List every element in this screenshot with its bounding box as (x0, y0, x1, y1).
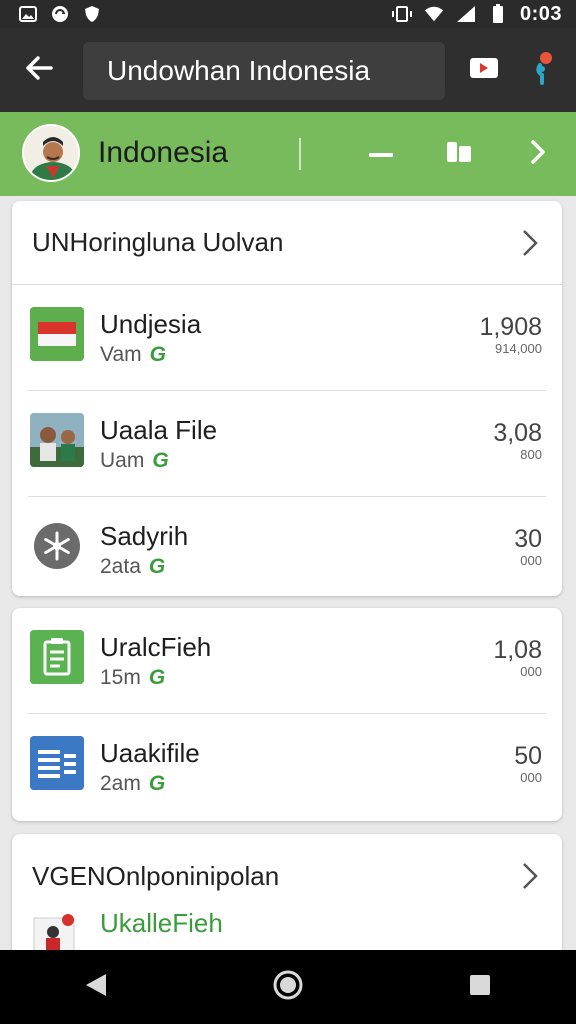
list-item[interactable]: Uaakifile 2am G 50 000 (28, 714, 546, 820)
list-item[interactable]: Sadyrih 2ata G 30 000 (28, 497, 546, 596)
item-title: UralcFieh (100, 632, 212, 662)
back-button[interactable] (8, 28, 70, 112)
nav-home-icon (272, 969, 304, 1006)
item-title: UkalleFieh (100, 908, 223, 938)
sync-icon (50, 4, 70, 24)
tag-icon: G (148, 666, 166, 689)
chevron-right-icon (529, 139, 547, 170)
video-camera-button[interactable] (466, 52, 502, 88)
signal-icon (456, 4, 476, 24)
person-pin-icon (532, 51, 556, 90)
search-input[interactable]: Undowhan Indonesia (83, 42, 445, 100)
avatar[interactable] (22, 124, 80, 182)
nav-back-button[interactable] (66, 957, 126, 1017)
section-title: VGENOnlponinipolan (32, 860, 280, 891)
item-value: 1,908 914,000 (479, 313, 542, 356)
chevron-right-icon (518, 863, 542, 889)
item-subtitle: 2am G (100, 772, 166, 795)
item-value: 50 000 (514, 742, 542, 785)
item-value: 1,08 000 (493, 636, 542, 679)
chevron-right-icon (518, 229, 542, 256)
video-camera-icon (468, 55, 500, 86)
tag-icon: G (152, 449, 169, 472)
item-subtitle: 15m G (100, 666, 166, 689)
document-list-icon (30, 736, 84, 790)
nav-home-button[interactable] (258, 957, 318, 1017)
status-left (18, 4, 102, 24)
section-header[interactable]: VGENOnlponinipolan (12, 834, 562, 918)
section-title: UNHoringluna Uolvan (32, 227, 284, 257)
list-item[interactable]: Undjesia Vam G 1,908 914,000 (28, 285, 546, 391)
indonesia-flag-icon (30, 307, 84, 361)
wifi-icon (424, 4, 444, 24)
nav-back-icon (84, 972, 108, 1003)
collapse-button[interactable] (361, 134, 401, 174)
item-subtitle: 2ata G (100, 555, 166, 578)
item-title: Uaala File (100, 415, 218, 445)
status-right: 0:03 (391, 2, 562, 26)
list-item[interactable]: Uaala File Uam G 3,08 800 (28, 391, 546, 497)
tag-icon: G (148, 772, 166, 795)
battery-icon (488, 4, 508, 24)
minus-icon (369, 145, 393, 163)
status-time: 0:03 (519, 2, 562, 25)
item-title: Uaakifile (100, 738, 200, 768)
bookmark-button[interactable] (439, 134, 479, 174)
next-button[interactable] (518, 134, 558, 174)
section-card-2: UralcFieh 15m G 1,08 000 Uaakifile 2am G 50… (12, 608, 562, 821)
bookmark-icon (446, 140, 472, 169)
photo-icon (18, 4, 38, 24)
vibrate-icon (391, 4, 412, 24)
tag-icon: G (149, 343, 166, 366)
nav-recents-icon (468, 973, 492, 1002)
group-photo-icon (30, 413, 84, 467)
section-card-3: VGENOnlponinipolan UkalleFieh (12, 834, 562, 964)
list-item[interactable]: UralcFieh 15m G 1,08 000 (28, 608, 546, 714)
divider (299, 138, 301, 170)
app-bar: Undowhan Indonesia (0, 28, 576, 112)
item-title: Sadyrih (100, 521, 189, 551)
tag-icon: G (148, 555, 166, 578)
arrow-back-icon (23, 52, 55, 89)
country-name: Indonesia (98, 136, 229, 169)
section-card-1: UNHoringluna Uolvan Undjesia Vam G 1,908 9… (12, 201, 562, 596)
shield-icon (82, 4, 102, 24)
clipboard-icon (30, 630, 84, 684)
country-header: Indonesia (0, 112, 576, 196)
nav-recents-button[interactable] (450, 957, 510, 1017)
item-value: 3,08 800 (493, 419, 542, 462)
snowflake-icon (30, 519, 84, 573)
system-nav-bar (0, 950, 576, 1024)
status-bar: 0:03 (0, 0, 576, 28)
item-value: 30 000 (514, 525, 542, 568)
profile-button[interactable] (526, 51, 562, 90)
item-title: Undjesia (100, 309, 202, 339)
item-subtitle: Uam G (100, 449, 169, 472)
section-header[interactable]: UNHoringluna Uolvan (12, 201, 562, 285)
item-subtitle: Vam G (100, 343, 166, 366)
search-input-value: Undowhan Indonesia (107, 55, 371, 86)
